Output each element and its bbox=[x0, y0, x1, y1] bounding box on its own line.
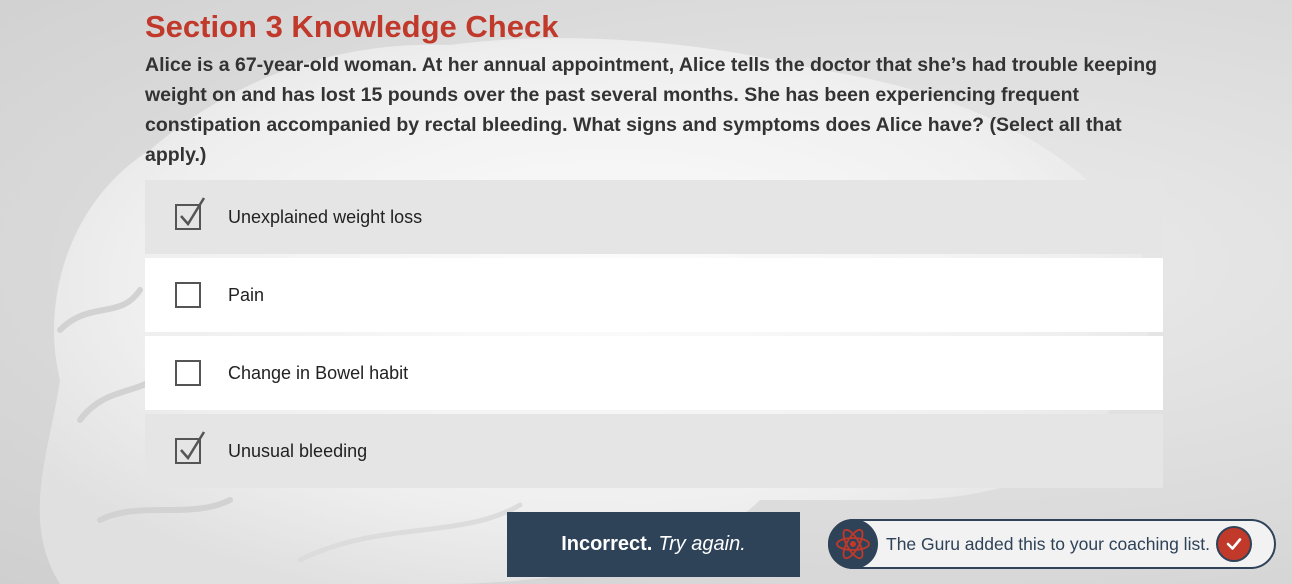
option-label: Pain bbox=[228, 284, 265, 305]
atom-icon bbox=[828, 519, 878, 569]
check-icon bbox=[1215, 526, 1252, 562]
feedback-banner: Incorrect. Try again. bbox=[507, 512, 800, 577]
option-label: Unexplained weight loss bbox=[228, 206, 423, 227]
feedback-result: Incorrect. bbox=[561, 533, 653, 555]
checkbox-checked-icon[interactable] bbox=[175, 431, 206, 464]
checkbox-unchecked-icon[interactable] bbox=[175, 282, 201, 308]
guru-coaching-notice: The Guru added this to your coaching lis… bbox=[828, 519, 1276, 569]
option-unexplained-weight-loss[interactable]: Unexplained weight loss bbox=[145, 180, 1163, 254]
option-change-in-bowel-habit[interactable]: Change in Bowel habit bbox=[145, 336, 1163, 410]
question-text: Alice is a 67-year-old woman. At her ann… bbox=[145, 54, 1158, 166]
option-label: Change in Bowel habit bbox=[228, 362, 409, 383]
checkbox-unchecked-icon[interactable] bbox=[175, 360, 201, 386]
option-unusual-bleeding[interactable]: Unusual bleeding bbox=[145, 414, 1163, 488]
page-title: Section 3 Knowledge Check bbox=[145, 9, 559, 44]
guru-message: The Guru added this to your coaching lis… bbox=[886, 533, 1210, 554]
option-label: Unusual bleeding bbox=[228, 440, 368, 461]
feedback-hint: Try again. bbox=[658, 533, 746, 555]
option-pain[interactable]: Pain bbox=[145, 258, 1163, 332]
knowledge-check-panel: Section 3 Knowledge Check Alice is a 67-… bbox=[145, 0, 1163, 488]
answer-options-list: Unexplained weight loss Pain Change in B… bbox=[145, 180, 1163, 492]
checkbox-checked-icon[interactable] bbox=[175, 197, 206, 230]
